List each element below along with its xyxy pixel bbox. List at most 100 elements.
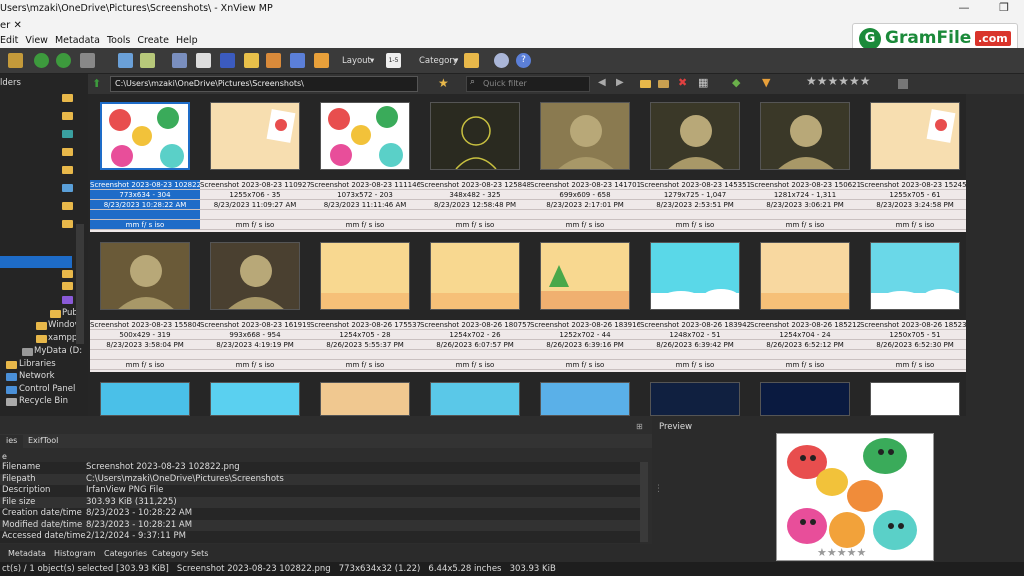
filter-icon[interactable]: ▼ <box>762 76 770 89</box>
print-icon[interactable] <box>196 53 211 68</box>
thumbnail-image[interactable] <box>100 102 190 170</box>
tab-categories[interactable]: Categories <box>98 548 153 561</box>
thumbnail-image[interactable] <box>320 102 410 170</box>
image-icon[interactable] <box>314 53 329 68</box>
menu-help[interactable]: Help <box>176 35 205 46</box>
sidebar-scrollbar[interactable] <box>76 224 84 344</box>
properties-scrollbar[interactable] <box>640 462 648 542</box>
thumbnail-image[interactable] <box>760 382 850 416</box>
path-input[interactable]: C:\Users\mzaki\OneDrive\Pictures\Screens… <box>110 76 418 92</box>
thumbnail-image[interactable] <box>430 382 520 416</box>
thumbnail-image[interactable] <box>650 102 740 170</box>
thumbnail-image[interactable] <box>430 242 520 310</box>
minimize-button[interactable]: — <box>944 1 984 17</box>
thumbnail-item[interactable]: Screenshot 2023-08-23 145351... 1279x725 … <box>640 94 750 232</box>
thumbnail-image[interactable] <box>540 382 630 416</box>
refresh-icon[interactable] <box>34 53 49 68</box>
thumbnail-item[interactable]: Screenshot 2023-08-26 183916... 1252x702 … <box>530 234 640 372</box>
thumbnail-image[interactable] <box>540 102 630 170</box>
thumbnail-item[interactable]: Screenshot 2023-08-26 175537... 1254x705 … <box>310 234 420 372</box>
folder-icon[interactable] <box>62 184 73 192</box>
thumbnail-image[interactable] <box>100 242 190 310</box>
thumbnail-item[interactable]: Screenshot 2023-08-23 111146... 1073x572 … <box>310 94 420 232</box>
forward-arrow-icon[interactable]: ▶ <box>616 77 624 88</box>
panel-dock-icon[interactable]: ⊞ <box>636 422 643 431</box>
rating-stars[interactable]: ★★★★★★ <box>806 74 871 88</box>
menu-view[interactable]: View <box>25 35 55 46</box>
delete-icon[interactable]: ✖ <box>678 76 687 89</box>
thumbnail-image[interactable] <box>650 382 740 416</box>
convert-icon[interactable] <box>244 53 259 68</box>
grid-view-icon[interactable]: ▦ <box>698 76 708 89</box>
folder-icon[interactable] <box>62 148 73 156</box>
preview-rating-stars[interactable]: ★★★★★ <box>817 546 866 559</box>
tab-properties[interactable]: ies <box>0 435 24 448</box>
thumbnail-image[interactable] <box>650 242 740 310</box>
move-icon[interactable] <box>658 80 669 88</box>
up-arrow-icon[interactable]: ⬆ <box>92 77 101 90</box>
thumbnail-image[interactable] <box>210 382 300 416</box>
batch-icon[interactable] <box>220 53 235 68</box>
folder-icon[interactable] <box>62 296 73 304</box>
thumbnail-image[interactable] <box>870 102 960 170</box>
folder-icon[interactable] <box>62 94 73 102</box>
thumbnail-image[interactable] <box>320 382 410 416</box>
thumbnail-image[interactable] <box>320 242 410 310</box>
close-icon[interactable]: ✕ <box>13 20 21 31</box>
folder-icon[interactable] <box>62 220 73 228</box>
thumbnail-image[interactable] <box>210 102 300 170</box>
thumbnail-image[interactable] <box>760 242 850 310</box>
folder-tree-icon[interactable] <box>464 53 479 68</box>
sidebar-item-recycle-bin[interactable]: Recycle Bin <box>6 396 94 408</box>
thumbnail-item[interactable]: Screenshot 2023-08-23 155804... 500x429 -… <box>90 234 200 372</box>
thumbnail-item[interactable]: Screenshot 2023-08-26 185212... 1254x704 … <box>750 234 860 372</box>
menu-create[interactable]: Create <box>137 35 176 46</box>
folder-icon[interactable] <box>62 270 73 278</box>
tab-histogram[interactable]: Histogram <box>48 548 102 561</box>
layout-dropdown[interactable]: Layout <box>342 56 371 66</box>
thumbnail-image[interactable] <box>870 382 960 416</box>
view-mode-icon[interactable] <box>80 53 95 68</box>
menu-edit[interactable]: Edit <box>0 35 25 46</box>
chevron-down-icon[interactable]: ▾ <box>370 56 374 66</box>
thumbnail-image[interactable] <box>760 102 850 170</box>
splitter-handle[interactable]: ⋮ <box>654 484 663 494</box>
sidebar-item-libraries[interactable]: Libraries <box>6 359 94 371</box>
home-icon[interactable] <box>118 53 133 68</box>
menu-metadata[interactable]: Metadata <box>55 35 107 46</box>
tab-category-sets[interactable]: Category Sets <box>146 548 214 561</box>
folder-icon[interactable] <box>62 166 73 174</box>
folder-icon[interactable] <box>62 112 73 120</box>
browser-tab[interactable]: er ✕ <box>0 20 22 31</box>
rating-filter-icon[interactable]: 1-5 <box>386 53 401 68</box>
selected-folder-row[interactable] <box>0 256 72 268</box>
category-dropdown[interactable]: Category <box>419 56 458 66</box>
menu-tools[interactable]: Tools <box>107 35 137 46</box>
thumbnail-item[interactable]: Screenshot 2023-08-23 150621... 1281x724 … <box>750 94 860 232</box>
tab-exiftool[interactable]: ExifTool <box>22 435 64 448</box>
sync-icon[interactable] <box>56 53 71 68</box>
sidebar-item-network[interactable]: Network <box>6 371 94 383</box>
slideshow-icon[interactable] <box>266 53 281 68</box>
new-folder-icon[interactable] <box>640 80 651 88</box>
compare-icon[interactable] <box>290 53 305 68</box>
help-icon[interactable]: ? <box>516 53 531 68</box>
thumbnail-item[interactable]: Screenshot 2023-08-23 125848... 348x482 -… <box>420 94 530 232</box>
thumbnail-item[interactable]: Screenshot 2023-08-26 180757... 1254x702 … <box>420 234 530 372</box>
thumbnail-item[interactable]: Screenshot 2023-08-23 161919... 993x668 -… <box>200 234 310 372</box>
thumbnail-item[interactable]: Screenshot 2023-08-23 110927... 1255x706 … <box>200 94 310 232</box>
thumbnail-item[interactable]: Screenshot 2023-08-23 102822... 773x634 -… <box>90 94 200 232</box>
binoculars-icon[interactable] <box>172 53 187 68</box>
browser-icon[interactable] <box>8 53 23 68</box>
color-label-icon[interactable] <box>898 79 908 89</box>
sidebar-item-control-panel[interactable]: Control Panel <box>6 384 94 396</box>
favorite-star-icon[interactable]: ★ <box>438 76 449 90</box>
thumbnail-item[interactable]: Screenshot 2023-08-23 141701... 699x609 -… <box>530 94 640 232</box>
gear-icon[interactable] <box>494 53 509 68</box>
open-icon[interactable] <box>140 53 155 68</box>
thumbnail-item[interactable]: Screenshot 2023-08-26 185230... 1250x705 … <box>860 234 966 372</box>
folder-icon[interactable] <box>62 202 73 210</box>
sort-icon[interactable]: ◆ <box>732 76 740 89</box>
restore-button[interactable]: ❐ <box>984 1 1024 17</box>
quick-filter-input[interactable]: Quick filter <box>466 76 590 92</box>
